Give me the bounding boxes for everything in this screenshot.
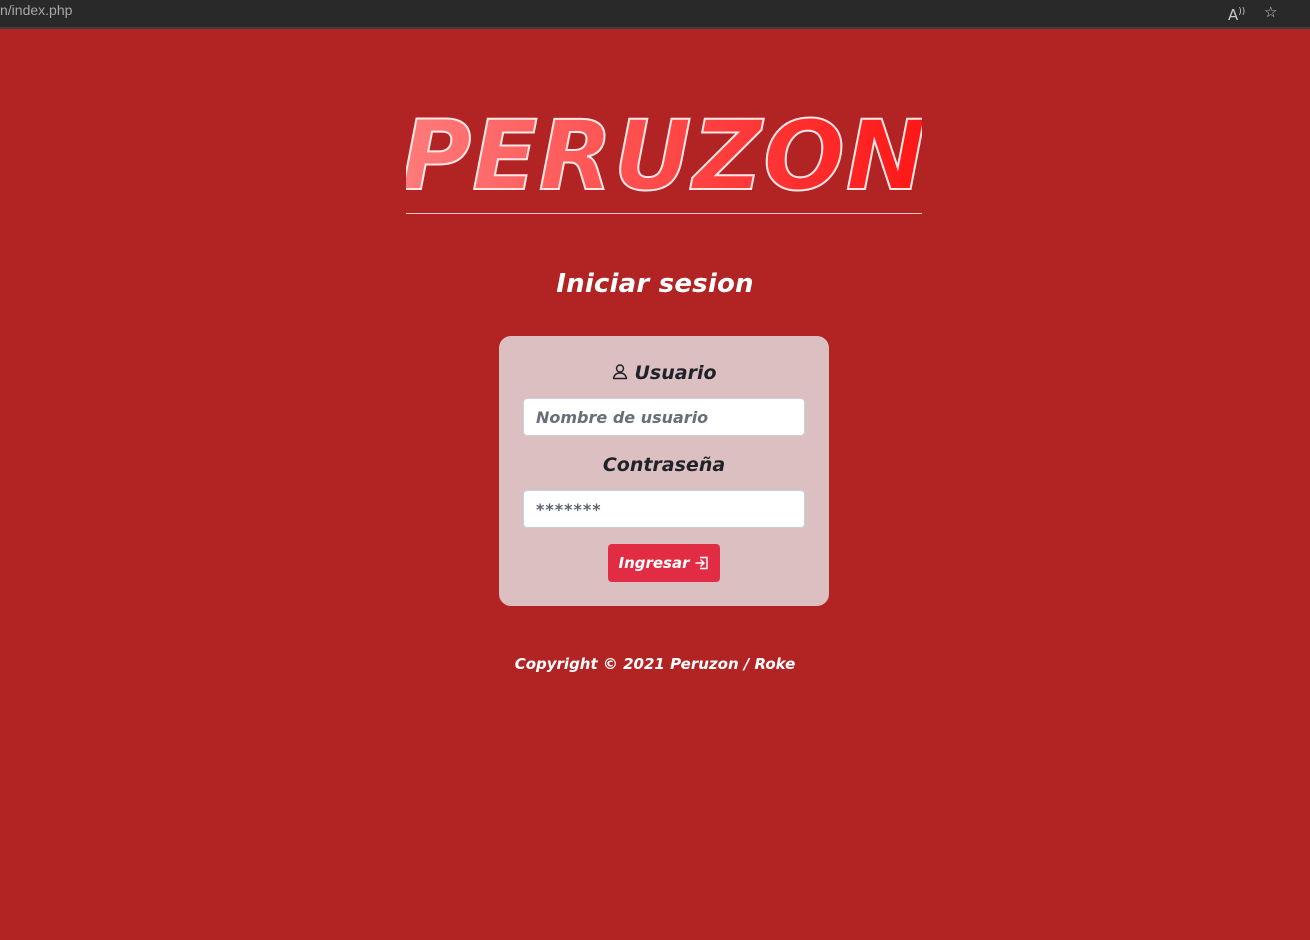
brand-divider [406, 213, 922, 214]
login-form: Usuario Contraseña Ingresar [499, 336, 829, 606]
login-page: PERUZON Iniciar sesion Usuario Contraseñ… [0, 31, 1310, 940]
submit-button-label: Ingresar [618, 554, 690, 572]
username-label-text: Usuario [634, 362, 717, 384]
user-icon [611, 363, 629, 381]
login-title: Iniciar sesion [556, 269, 754, 299]
submit-button[interactable]: Ingresar [608, 544, 720, 582]
add-favorite-icon[interactable]: ☆ [1264, 3, 1277, 21]
username-input[interactable] [523, 398, 805, 436]
browser-toolbar: n/index.php A)) ☆ [0, 0, 1310, 29]
address-bar-url[interactable]: n/index.php [0, 2, 72, 18]
read-aloud-icon[interactable]: A)) [1228, 3, 1245, 24]
password-input[interactable] [523, 490, 805, 528]
enter-icon [694, 555, 710, 571]
copyright-text: Copyright © 2021 Peruzon / Roke [514, 655, 796, 673]
password-label: Contraseña [602, 454, 726, 476]
username-label: Usuario [499, 362, 829, 384]
brand-logo: PERUZON [400, 97, 927, 214]
brand-title: PERUZON [406, 100, 922, 212]
